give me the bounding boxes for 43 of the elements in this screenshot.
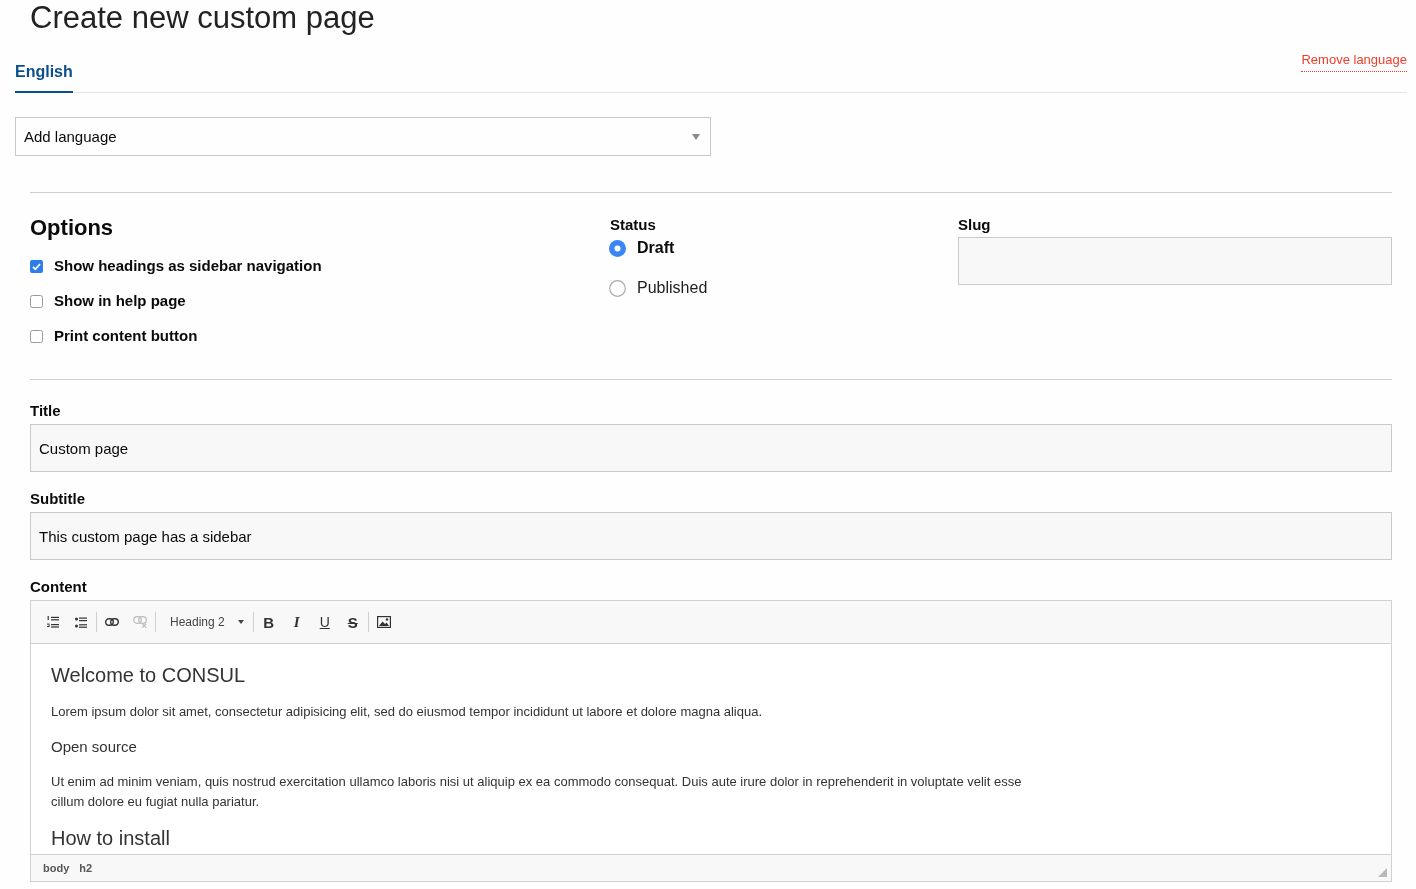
resize-grip-icon[interactable] [1378, 868, 1387, 877]
element-path-item[interactable]: body [43, 862, 70, 874]
caret-icon [237, 620, 244, 624]
content-paragraph: Lorem ipsum dolor sit amet, consectetur adipisicing elit, sed do eiusmod tempor incididunt ut labore et dolore magna aliqua. [51, 704, 763, 719]
bold-button[interactable]: B [254, 608, 283, 636]
checkbox-label: Show headings as sidebar navigation [54, 256, 322, 276]
element-path-item[interactable]: h2 [79, 862, 93, 874]
radio-label: Published [637, 278, 708, 298]
subtitle-label: Subtitle [30, 489, 85, 509]
checkbox-label: Print content button [54, 326, 198, 346]
bulleted-list-icon [75, 616, 87, 628]
add-language-select[interactable]: Add language [15, 117, 711, 156]
subtitle-field[interactable]: This custom page has a sidebar [30, 512, 1392, 560]
radio-label: Draft [637, 238, 675, 258]
unlink-icon [133, 616, 147, 628]
title-label: Title [30, 401, 61, 421]
content-paragraph: Ut enim ad minim veniam, quis nostrud exercitation ullamco laboris nisi ut aliquip ex ea commodo consequat. Duis aute irure dolor in reprehenderit in voluptate velit esse cillum dolore eu fugiat nulla pariatur. [51, 774, 1022, 809]
caret-icon [692, 133, 700, 140]
radio-button[interactable] [609, 239, 626, 257]
title-field[interactable]: Custom page [30, 424, 1392, 472]
strikethrough-button[interactable]: S [338, 608, 367, 636]
content-label: Content [30, 577, 87, 597]
radio-button[interactable] [609, 279, 626, 297]
checkbox[interactable] [30, 259, 43, 273]
underline-button[interactable]: U [310, 608, 339, 636]
page-title: Create new custom page [30, 0, 375, 36]
slug-field[interactable] [958, 237, 1392, 285]
status-label: Status [610, 215, 656, 235]
numbered-list-icon [47, 616, 59, 628]
options-heading: Options [30, 215, 114, 241]
image-icon [376, 616, 391, 628]
content-heading: How to install [51, 827, 170, 849]
checkbox[interactable] [30, 294, 43, 308]
remove-language-link[interactable]: Remove language [1301, 52, 1407, 72]
format-dropdown[interactable]: Heading 2 [157, 608, 252, 636]
italic-button[interactable]: I [282, 608, 311, 636]
content-subheading: Open source [51, 738, 137, 755]
checkbox[interactable] [30, 329, 43, 343]
link-icon [105, 618, 119, 626]
slug-label: Slug [958, 215, 991, 235]
language-tab[interactable]: English [15, 48, 73, 93]
checkbox-label: Show in help page [54, 291, 186, 311]
content-heading: Welcome to CONSUL [51, 664, 246, 686]
